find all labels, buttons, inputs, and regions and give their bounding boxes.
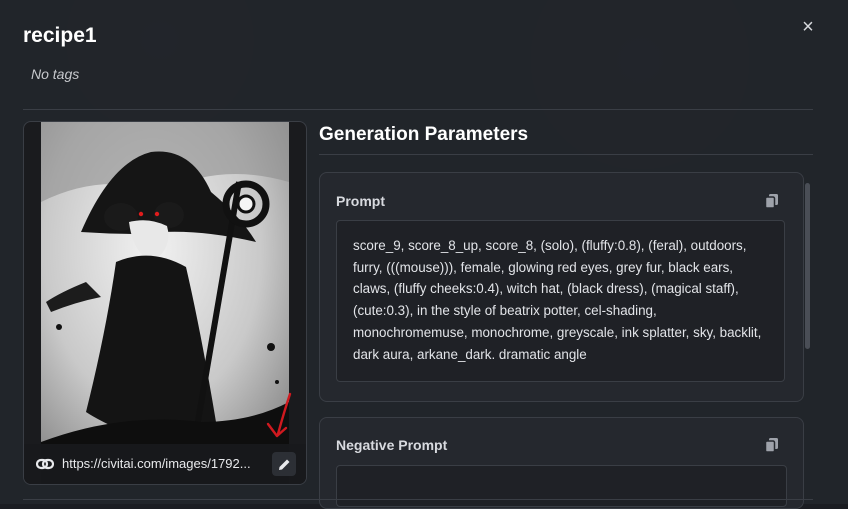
red-arrow-annotation xyxy=(266,392,292,438)
image-url-link[interactable]: https://civitai.com/images/1792... xyxy=(62,456,251,471)
prompt-text: score_9, score_8_up, score_8, (solo), (f… xyxy=(336,220,785,382)
close-icon: × xyxy=(802,15,814,38)
header-divider xyxy=(23,109,813,110)
pencil-icon xyxy=(278,459,289,470)
modal-title: recipe1 xyxy=(23,24,97,47)
prompt-panel: Prompt score_9, score_8_up, score_8, (so… xyxy=(319,172,804,402)
copy-icon[interactable] xyxy=(764,437,780,453)
negative-prompt-label: Negative Prompt xyxy=(336,437,448,453)
preview-image xyxy=(41,122,289,484)
generation-divider xyxy=(319,154,813,155)
negative-prompt-text xyxy=(336,465,787,507)
scrollbar-thumb[interactable] xyxy=(805,183,810,349)
footer-divider xyxy=(23,499,813,500)
negative-prompt-panel: Negative Prompt xyxy=(319,417,804,509)
tags-label: No tags xyxy=(31,66,80,82)
recipe-modal: recipe1 No tags × https://civitai.com/im… xyxy=(0,0,848,509)
copy-icon[interactable] xyxy=(764,193,780,209)
close-button[interactable]: × xyxy=(798,15,818,38)
link-icon xyxy=(36,458,54,470)
generation-parameters-title: Generation Parameters xyxy=(319,124,529,145)
edit-url-button[interactable] xyxy=(272,452,296,476)
image-url-bar[interactable]: https://civitai.com/images/1792... xyxy=(24,444,306,484)
prompt-label: Prompt xyxy=(336,193,385,209)
